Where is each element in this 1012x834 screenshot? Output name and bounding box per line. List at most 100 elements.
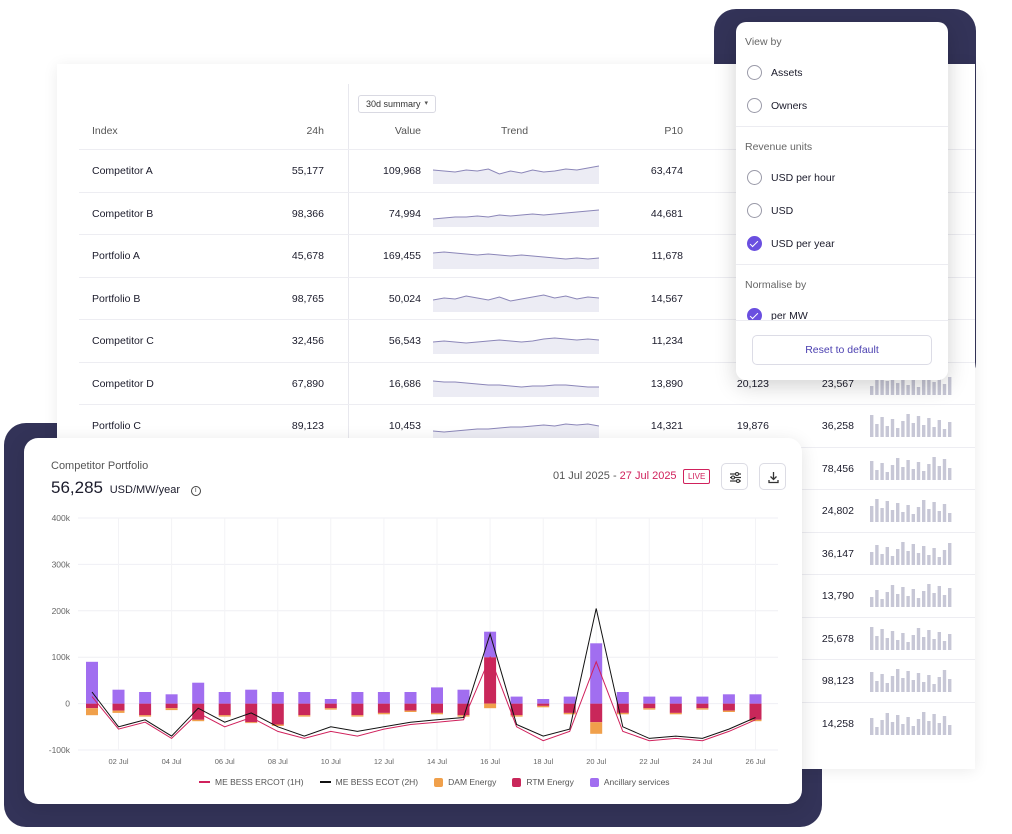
row-name: Competitor A — [92, 165, 153, 177]
filter-button[interactable] — [721, 463, 748, 490]
dam-bar — [218, 715, 231, 717]
row-24h: 55,177 — [291, 165, 324, 177]
minibar — [948, 633, 952, 650]
minibar — [932, 593, 936, 607]
x-tick-label: 14 Jul — [427, 757, 447, 766]
distribution-minibars — [870, 456, 952, 480]
distribution-minibars — [870, 711, 952, 735]
x-tick-label: 26 Jul — [745, 757, 765, 766]
legend-swatch — [434, 777, 444, 787]
legend-item[interactable]: DAM Energy — [434, 777, 496, 787]
option-assets[interactable]: Assets — [747, 65, 803, 80]
minibar — [896, 714, 900, 735]
row-p10: 11,234 — [651, 335, 683, 347]
minibar — [942, 458, 947, 480]
minibar — [880, 719, 884, 735]
minibar — [922, 682, 926, 692]
y-tick-label: 100k — [52, 652, 71, 662]
minibar — [890, 585, 895, 607]
row-24h: 89,123 — [291, 420, 324, 432]
ancillary-bar — [669, 696, 682, 704]
minibar — [875, 681, 879, 692]
minibar — [948, 513, 952, 522]
info-icon[interactable]: i — [190, 486, 201, 496]
legend-item[interactable]: Ancillary services — [589, 777, 670, 787]
download-button[interactable] — [759, 463, 786, 490]
option-usd[interactable]: USD — [747, 203, 793, 218]
minibar — [890, 419, 895, 437]
headline-number: 56,285 — [51, 478, 103, 497]
minibar — [932, 427, 936, 437]
minibar — [870, 626, 874, 650]
legend-label: ME BESS ERCOT (1H) — [215, 777, 304, 787]
trend-sparkline — [433, 165, 599, 184]
minibar — [911, 725, 915, 735]
row-value: 16,686 — [388, 377, 421, 390]
minibar — [932, 684, 936, 692]
row-24h: 32,456 — [291, 335, 324, 347]
y-tick-label: 0 — [65, 699, 70, 709]
row-24h: 67,890 — [291, 377, 324, 390]
row-name: Competitor D — [92, 377, 154, 390]
minibar — [948, 542, 952, 565]
minibar — [901, 541, 905, 565]
legend-item[interactable]: ME BESS ECOT (2H) — [319, 777, 418, 787]
rtm-bar — [218, 703, 231, 716]
rtm-bar — [139, 703, 152, 716]
minibar — [937, 677, 941, 692]
minibar — [906, 414, 910, 437]
minibar — [890, 555, 895, 565]
legend-item[interactable]: ME BESS ERCOT (1H) — [199, 777, 304, 787]
header-value[interactable]: Value — [357, 125, 421, 137]
dam-bar — [112, 710, 125, 713]
date-range[interactable]: 01 Jul 2025 - 27 Jul 2025 — [553, 470, 677, 482]
minibar — [870, 672, 874, 692]
minibar — [880, 553, 884, 565]
header-p10[interactable]: P10 — [617, 125, 683, 137]
minibar — [875, 469, 879, 480]
chart-legend: ME BESS ERCOT (1H) ME BESS ECOT (2H) DAM E… — [199, 777, 670, 787]
rtm-bar — [669, 703, 682, 713]
trend-sparkline — [433, 209, 599, 227]
ancillary-bar — [112, 689, 125, 704]
minibar — [911, 423, 915, 437]
summary-period-label: 30d summary — [366, 99, 421, 109]
chart-card: Competitor Portfolio 56,285 USD/MW/year … — [24, 438, 802, 804]
minibar — [885, 712, 889, 735]
minibar — [916, 718, 921, 735]
sparkline-area — [433, 380, 599, 397]
legend-swatch — [199, 781, 210, 783]
legend-item[interactable]: RTM Energy — [512, 777, 574, 787]
minibar — [927, 418, 931, 437]
minibar — [942, 640, 947, 650]
legend-label: RTM Energy — [526, 777, 574, 787]
dam-bar — [139, 715, 152, 717]
minibar — [896, 382, 900, 395]
minibar — [901, 723, 905, 735]
minibar — [890, 721, 895, 735]
rtm-bar — [590, 703, 603, 723]
header-24h[interactable]: 24h — [252, 125, 324, 137]
row-value: 50,024 — [388, 292, 421, 305]
minibar — [885, 380, 889, 395]
ancillary-bar — [218, 692, 231, 704]
rtm-bar — [112, 703, 125, 711]
minibar — [885, 683, 889, 692]
minibar — [880, 508, 884, 522]
option-usd-per-hour[interactable]: USD per hour — [747, 170, 835, 185]
minibar — [875, 635, 879, 650]
rtm-bar — [298, 703, 311, 716]
rtm-bar — [324, 703, 337, 709]
minibar — [927, 463, 931, 480]
option-owners[interactable]: Owners — [747, 98, 807, 113]
option-usd-per-year[interactable]: USD per year — [747, 236, 835, 251]
reset-to-default-button[interactable]: Reset to default — [752, 335, 932, 365]
dam-bar — [431, 712, 443, 715]
radio-icon — [747, 65, 762, 80]
summary-period-select[interactable]: 30d summary ▾ — [358, 95, 437, 113]
minibar — [922, 711, 926, 735]
sparkline-area — [433, 424, 599, 439]
header-index[interactable]: Index — [92, 125, 118, 137]
sliders-icon — [730, 471, 741, 484]
minibar — [885, 501, 889, 522]
